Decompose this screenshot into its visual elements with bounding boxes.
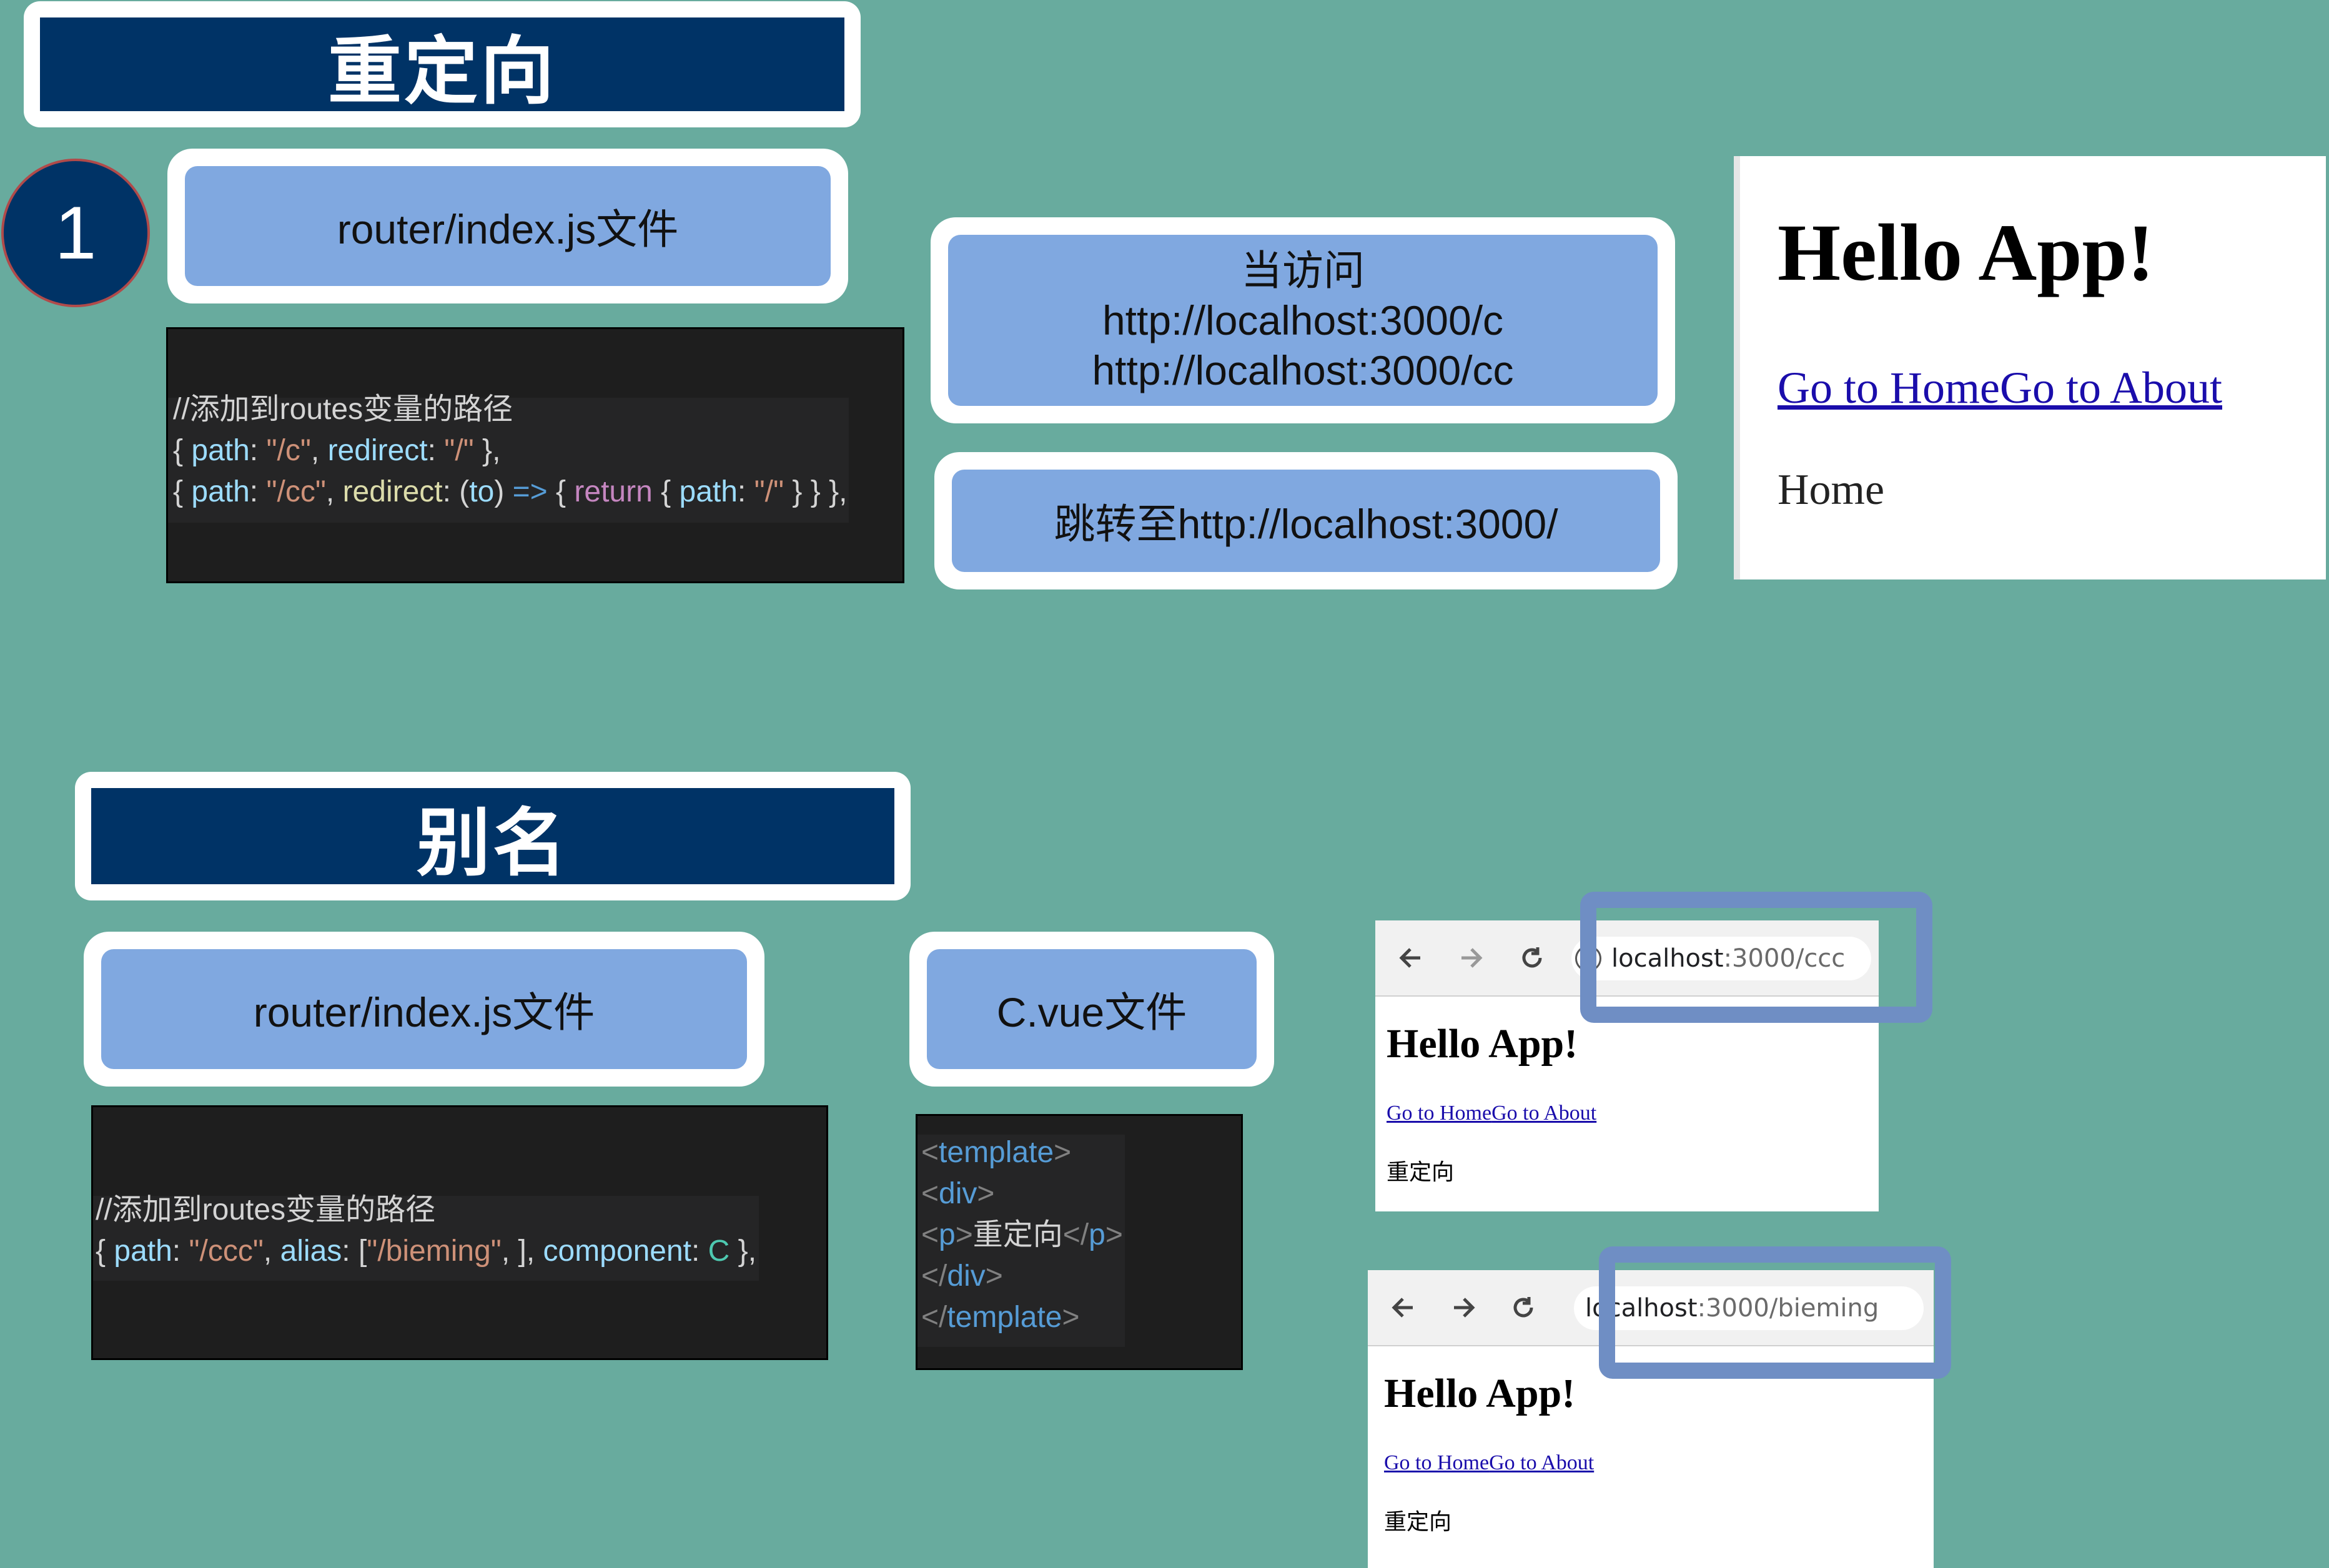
reload-icon[interactable] [1501,1270,1545,1345]
code-line: //添加到routes变量的路径 [173,393,513,426]
visit-label-line2: http://localhost:3000/c [1102,297,1504,343]
preview-heading: Hello App! [1778,208,2155,298]
browser-content: 重定向 [1384,1509,1452,1535]
forward-arrow-icon[interactable] [1449,920,1493,995]
visit-label-frame: 当访问 http://localhost:3000/c http://local… [931,217,1675,423]
jump-label: 跳转至http://localhost:3000/ [952,470,1660,572]
code-line: { path: "/ccc", alias: ["/bieming", ], c… [96,1235,757,1268]
vue-code-block: <template> <div> <p>重定向</p> </div> </templat… [916,1114,1243,1370]
vue-code-lines: <template> <div> <p>重定向</p> </div> </templat… [921,1132,1240,1338]
vue-file-label-frame: C.vue文件 [909,932,1274,1087]
browser-links: Go to HomeGo to About [1384,1451,1594,1475]
browser-links: Go to HomeGo to About [1387,1102,1596,1125]
browser-content: 重定向 [1387,1160,1455,1185]
go-home-link[interactable]: Go to Home [1387,1102,1491,1125]
code-line: <div> [921,1177,995,1210]
alias-title-frame: 别名 [75,772,911,900]
reload-icon[interactable] [1510,920,1554,995]
vue-file-label: C.vue文件 [927,949,1257,1069]
go-home-link[interactable]: Go to Home [1384,1451,1489,1474]
go-about-link[interactable]: Go to About [1489,1451,1594,1474]
go-about-link[interactable]: Go to About [2000,363,2222,413]
redirect-code-block: //添加到routes变量的路径 { path: "/c", redirect: … [166,327,904,583]
code-line: //添加到routes变量的路径 [96,1193,436,1226]
browser-heading: Hello App! [1384,1371,1576,1416]
redirect-file-label: router/index.js文件 [185,166,831,286]
redirect-file-label-frame: router/index.js文件 [167,149,848,303]
back-arrow-icon[interactable] [1389,920,1433,995]
code-line: </div> [921,1260,1003,1293]
browser-heading: Hello App! [1387,1021,1578,1067]
alias-file-label: router/index.js文件 [101,949,747,1069]
step-number: 1 [54,191,97,275]
redirect-code-lines: //添加到routes变量的路径 { path: "/c", redirect: … [173,389,904,513]
url-highlight-box [1599,1246,1951,1379]
redirect-title-frame: 重定向 [24,1,861,127]
go-about-link[interactable]: Go to About [1491,1102,1596,1125]
go-home-link[interactable]: Go to Home [1778,363,2000,413]
visit-label-line3: http://localhost:3000/cc [1092,347,1514,393]
visit-label-line1: 当访问 [1241,247,1365,293]
jump-label-frame: 跳转至http://localhost:3000/ [934,452,1678,589]
visit-label: 当访问 http://localhost:3000/c http://local… [948,235,1658,406]
back-arrow-icon[interactable] [1382,1270,1425,1345]
code-line: <p>重定向</p> [921,1218,1123,1251]
code-line: <template> [921,1136,1072,1169]
code-line: </template> [921,1301,1080,1334]
forward-arrow-icon[interactable] [1441,1270,1485,1345]
preview-links: Go to HomeGo to About [1778,362,2222,414]
redirect-title: 重定向 [40,17,844,114]
preview-content: Home [1778,466,1885,514]
alias-code-block: //添加到routes变量的路径 { path: "/ccc", alias: [… [91,1105,828,1360]
alias-title: 别名 [91,788,894,886]
redirect-preview: Hello App! Go to HomeGo to About Home [1734,156,2326,579]
alias-code-lines: //添加到routes变量的路径 { path: "/ccc", alias: [… [96,1190,826,1272]
alias-file-label-frame: router/index.js文件 [84,932,764,1087]
step-number-badge: 1 [1,159,150,307]
url-highlight-box [1580,892,1932,1023]
code-line: { path: "/c", redirect: "/" }, [173,434,501,467]
code-line: { path: "/cc", redirect: (to) => { retur… [173,475,848,508]
